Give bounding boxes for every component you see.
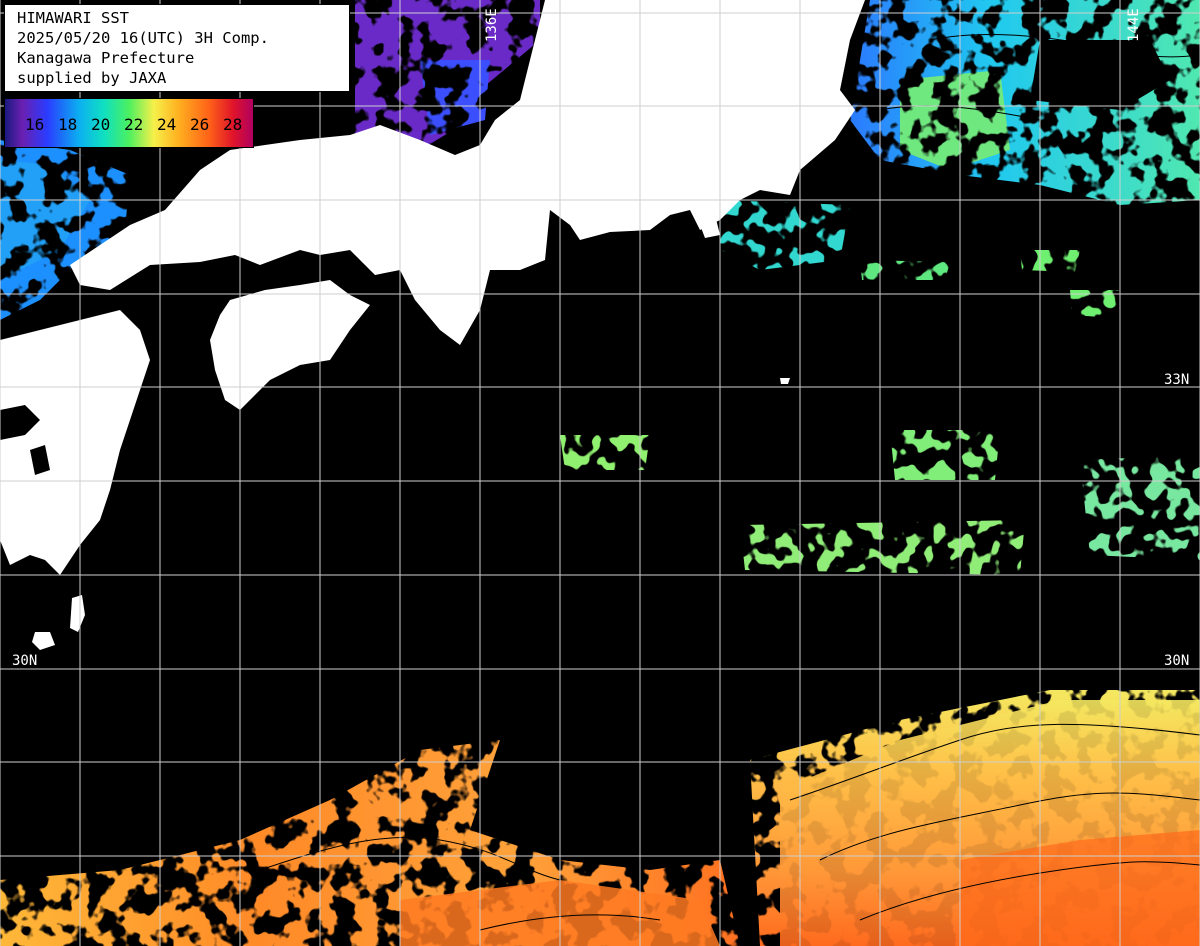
scale-label-16: 16 — [25, 115, 45, 134]
scale-label-24: 24 — [157, 115, 177, 134]
lat-label-33-left: 33 — [12, 372, 29, 388]
lat-label-30-left: 30N — [12, 653, 38, 669]
observation-datetime: 2025/05/20 16(UTC) 3H Comp. — [17, 29, 269, 47]
product-title: HIMAWARI SST — [17, 9, 129, 27]
lat-label-30-right: 30N — [1164, 653, 1190, 669]
scale-label-28: 28 — [223, 115, 243, 134]
region-name: Kanagawa Prefecture — [17, 49, 195, 67]
scale-label-18: 18 — [58, 115, 78, 134]
scale-label-26: 26 — [190, 115, 210, 134]
data-credit: supplied by JAXA — [17, 69, 167, 87]
scale-label-22: 22 — [124, 115, 144, 134]
temperature-color-scale: 16 18 20 22 24 26 28 — [4, 98, 254, 148]
lat-label-33-right: 33N — [1164, 372, 1190, 388]
info-box: HIMAWARI SST 2025/05/20 16(UTC) 3H Comp.… — [4, 4, 350, 92]
lon-label-144e: 144E — [1126, 8, 1142, 42]
scale-labels: 16 18 20 22 24 26 28 — [25, 115, 256, 134]
lon-label-136e: 136E — [484, 8, 500, 42]
scale-label-20: 20 — [91, 115, 111, 134]
